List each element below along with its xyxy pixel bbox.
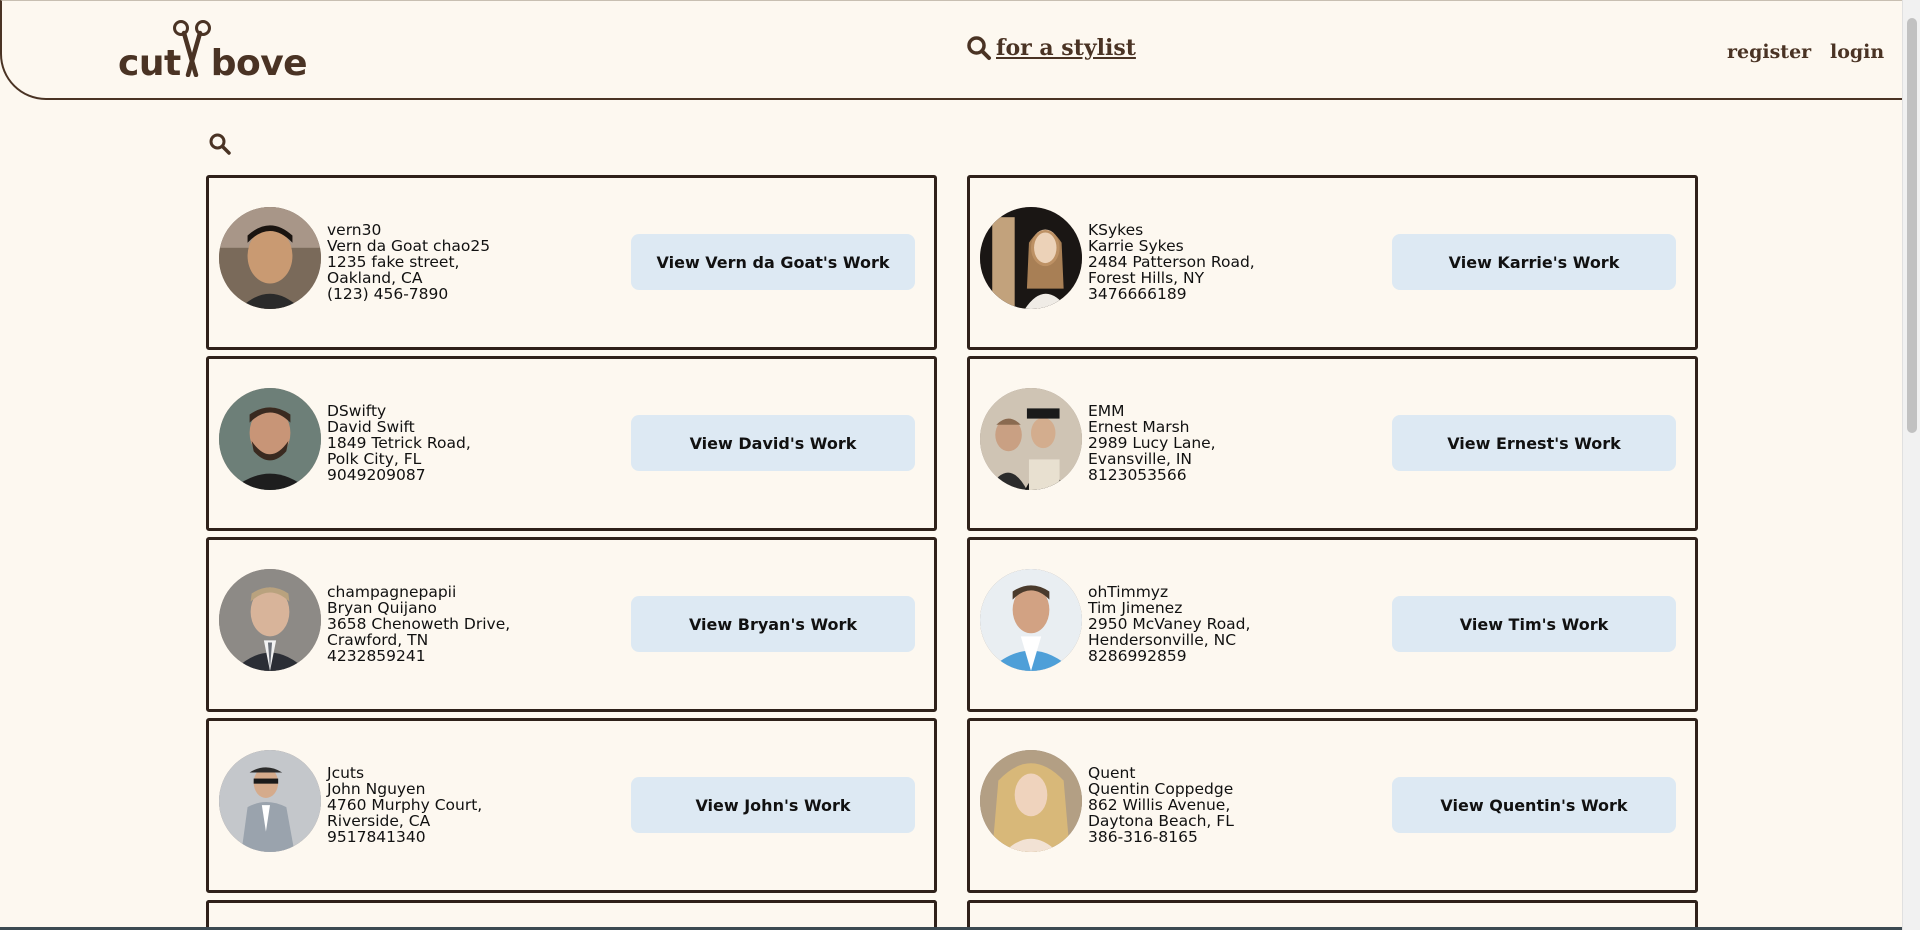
stylist-info: DSwifty David Swift 1849 Tetrick Road, P… (327, 403, 471, 483)
stylist-info: vern30 Vern da Goat chao25 1235 fake str… (327, 222, 490, 302)
stylist-name: Vern da Goat chao25 (327, 237, 491, 255)
stylist-city: Hendersonville, NC (1088, 631, 1237, 649)
stylist-phone: 9049209087 (327, 466, 426, 484)
stylist-city: Crawford, TN (327, 631, 429, 649)
view-work-button[interactable]: View Vern da Goat's Work (631, 234, 915, 290)
stylist-info: champagnepapii Bryan Quijano 3658 Chenow… (327, 584, 510, 664)
logo-text-right: bove (210, 43, 308, 84)
avatar (219, 388, 321, 490)
stylist-name: David Swift (327, 418, 415, 436)
login-link[interactable]: login (1830, 41, 1884, 63)
stylist-city: Oakland, CA (327, 269, 423, 287)
stylist-street: 1849 Tetrick Road, (327, 434, 471, 452)
stylist-username: Jcuts (327, 764, 365, 782)
stylist-info: Quent Quentin Coppedge 862 Willis Avenue… (1088, 765, 1234, 845)
stylist-phone: 386-316-8165 (1088, 828, 1198, 846)
site-header: cut bove for a stylist register login (0, 0, 1902, 100)
view-work-button[interactable]: View David's Work (631, 415, 915, 471)
stylist-phone: 3476666189 (1088, 285, 1187, 303)
stylist-username: DSwifty (327, 402, 387, 420)
stylist-phone: 9517841340 (327, 828, 426, 846)
stylist-info: KSykes Karrie Sykes 2484 Patterson Road,… (1088, 222, 1255, 302)
stylist-city: Evansville, IN (1088, 450, 1193, 468)
avatar-photo (219, 388, 321, 490)
avatar (980, 207, 1082, 309)
stylist-street: 2950 McVaney Road, (1088, 615, 1251, 633)
stylist-card: Jcuts John Nguyen 4760 Murphy Court, Riv… (206, 718, 937, 893)
stylist-phone: 4232859241 (327, 647, 426, 665)
view-work-button[interactable]: View Bryan's Work (631, 596, 915, 652)
scissors-icon (173, 20, 211, 77)
stylist-username: champagnepapii (327, 583, 457, 601)
scrollbar-thumb[interactable] (1907, 18, 1917, 433)
stylist-info: Jcuts John Nguyen 4760 Murphy Court, Riv… (327, 765, 482, 845)
avatar-photo (219, 207, 321, 309)
view-work-button[interactable]: View Tim's Work (1392, 596, 1676, 652)
stylist-phone: 8123053566 (1088, 466, 1187, 484)
stylist-name: Karrie Sykes (1088, 237, 1184, 255)
stylist-card (967, 900, 1698, 930)
view-work-button[interactable]: View John's Work (631, 777, 915, 833)
stylist-name: Tim Jimenez (1088, 599, 1183, 617)
avatar (980, 388, 1082, 490)
stylist-card: EMM Ernest Marsh 2989 Lucy Lane, Evansvi… (967, 356, 1698, 531)
avatar-photo (219, 569, 321, 671)
stylist-username: EMM (1088, 402, 1125, 420)
stylist-username: Quent (1088, 764, 1136, 782)
stylist-phone: 8286992859 (1088, 647, 1187, 665)
stylist-city: Polk City, FL (327, 450, 422, 468)
avatar-photo (219, 750, 321, 852)
stylist-name: Quentin Coppedge (1088, 780, 1234, 798)
stylist-username: ohTimmyz (1088, 583, 1169, 601)
stylist-card (206, 900, 937, 930)
page: cut bove for a stylist register login ve… (0, 0, 1920, 930)
stylist-card: vern30 Vern da Goat chao25 1235 fake str… (206, 175, 937, 350)
stylist-phone: (123) 456-7890 (327, 285, 449, 303)
avatar (980, 569, 1082, 671)
stylist-info: EMM Ernest Marsh 2989 Lucy Lane, Evansvi… (1088, 403, 1216, 483)
avatar-photo (980, 750, 1082, 852)
find-stylist-link[interactable]: for a stylist (966, 35, 1136, 61)
avatar (219, 569, 321, 671)
avatar (219, 750, 321, 852)
stylist-street: 2989 Lucy Lane, (1088, 434, 1216, 452)
stylist-name: John Nguyen (327, 780, 426, 798)
view-work-button[interactable]: View Quentin's Work (1392, 777, 1676, 833)
avatar (219, 207, 321, 309)
stylist-card: DSwifty David Swift 1849 Tetrick Road, P… (206, 356, 937, 531)
search-icon[interactable] (208, 132, 232, 156)
view-work-button[interactable]: View Ernest's Work (1392, 415, 1676, 471)
avatar (980, 750, 1082, 852)
stylist-username: vern30 (327, 221, 382, 239)
avatar-photo (980, 388, 1082, 490)
stylist-username: KSykes (1088, 221, 1144, 239)
stylist-city: Forest Hills, NY (1088, 269, 1205, 287)
stylist-city: Daytona Beach, FL (1088, 812, 1234, 830)
stylist-info: ohTimmyz Tim Jimenez 2950 McVaney Road, … (1088, 584, 1250, 664)
stylist-street: 1235 fake street, (327, 253, 460, 271)
stylist-street: 4760 Murphy Court, (327, 796, 483, 814)
stylist-card: Quent Quentin Coppedge 862 Willis Avenue… (967, 718, 1698, 893)
stylist-name: Bryan Quijano (327, 599, 437, 617)
stylist-card: KSykes Karrie Sykes 2484 Patterson Road,… (967, 175, 1698, 350)
search-icon (967, 36, 991, 60)
stylist-street: 862 Willis Avenue, (1088, 796, 1231, 814)
stylist-name: Ernest Marsh (1088, 418, 1190, 436)
stylist-city: Riverside, CA (327, 812, 431, 830)
stylist-street: 2484 Patterson Road, (1088, 253, 1255, 271)
cutabove-logo[interactable]: cut bove (118, 20, 308, 84)
register-link[interactable]: register (1727, 41, 1811, 63)
stylist-street: 3658 Chenoweth Drive, (327, 615, 511, 633)
stylist-card: ohTimmyz Tim Jimenez 2950 McVaney Road, … (967, 537, 1698, 712)
find-stylist-label: for a stylist (996, 35, 1136, 61)
scrollbar[interactable] (1902, 0, 1920, 930)
stylist-card: champagnepapii Bryan Quijano 3658 Chenow… (206, 537, 937, 712)
avatar-photo (980, 569, 1082, 671)
avatar-photo (980, 207, 1082, 309)
view-work-button[interactable]: View Karrie's Work (1392, 234, 1676, 290)
